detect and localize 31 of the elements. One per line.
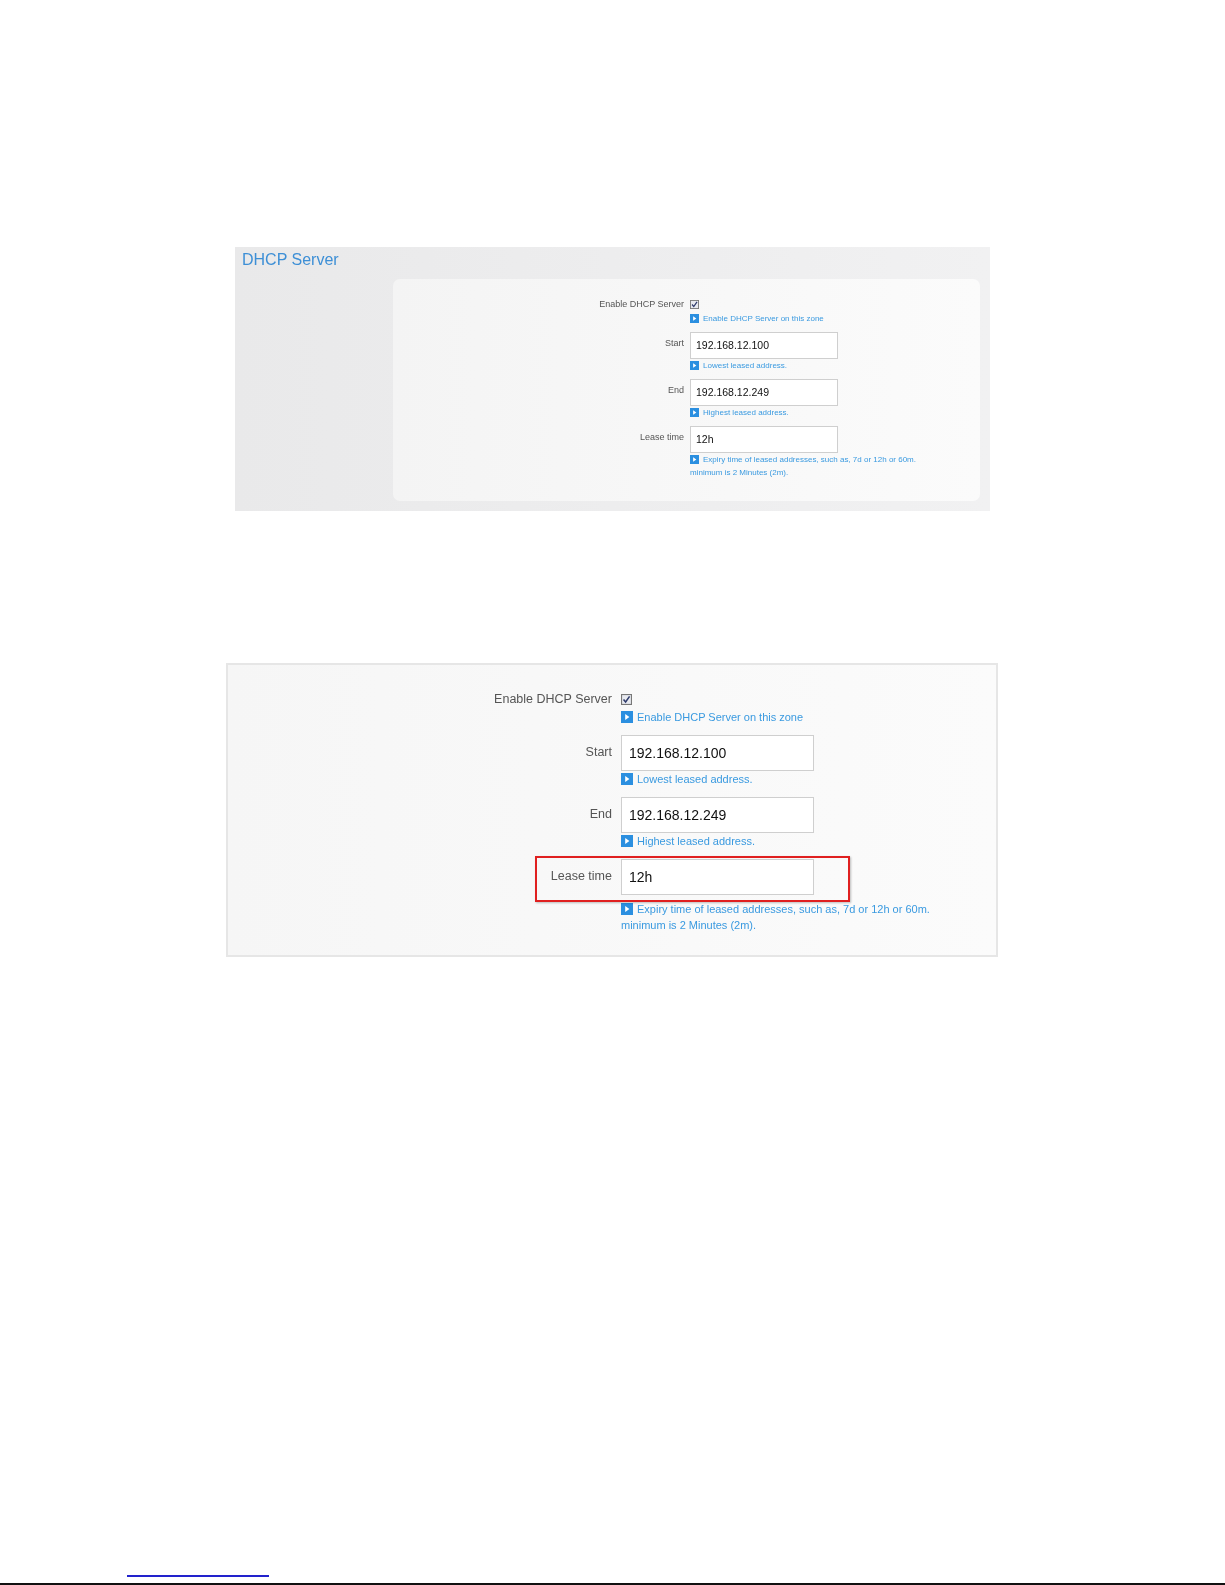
text-field[interactable]: 192.168.12.249 (621, 796, 814, 833)
section-title: DHCP Server (241, 250, 339, 270)
help-text: Lowest leased address. (637, 771, 753, 787)
help-text: Expiry time of leased addresses, such as, 7d or 12h or 60m. (637, 901, 930, 917)
help-text: Expiry time of leased addresses, such as, 7d or 12h or 60m. (703, 453, 916, 466)
text-field[interactable]: 192.168.12.100 (690, 331, 838, 359)
field-label: Lease time (639, 430, 684, 444)
help-text: Enable DHCP Server on this zone (703, 312, 824, 325)
field-label: Start (665, 336, 684, 350)
field-label: End (668, 383, 684, 397)
text-field[interactable]: 12h (690, 425, 838, 453)
info-arrow-icon (690, 454, 699, 464)
help-text: Highest leased address. (637, 833, 755, 849)
field-label: Lease time (550, 867, 612, 885)
text-field[interactable]: 192.168.12.249 (690, 378, 838, 406)
field-label: Enable DHCP Server (599, 298, 684, 312)
info-arrow-icon (690, 360, 699, 370)
info-arrow-icon (690, 313, 699, 323)
help-text: minimum is 2 Minutes (2m). (690, 466, 790, 479)
text-field[interactable]: 192.168.12.100 (621, 734, 814, 771)
info-arrow-icon (690, 407, 699, 417)
help-text: Highest leased address. (703, 406, 789, 419)
text-field[interactable]: 12h (621, 858, 814, 895)
field-label: Start (585, 743, 612, 761)
help-text: minimum is 2 Minutes (2m). (621, 917, 758, 933)
help-text: Lowest leased address. (703, 359, 788, 372)
checkbox[interactable] (621, 694, 632, 706)
field-label: End (589, 805, 612, 823)
field-label: Enable DHCP Server (494, 691, 612, 708)
help-text: Enable DHCP Server on this zone (637, 709, 804, 725)
checkbox[interactable] (690, 300, 699, 310)
